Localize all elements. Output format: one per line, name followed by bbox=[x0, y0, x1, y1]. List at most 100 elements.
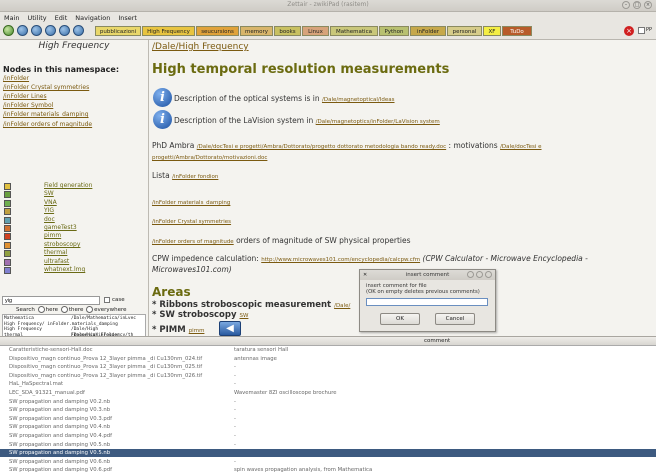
table-row[interactable]: SW propagation and damping V0.4.pdf - bbox=[0, 432, 656, 440]
insert-comment-dialog: insert comment ✕ insert comment for file… bbox=[359, 269, 496, 332]
optical-text: Description of the optical systems is in bbox=[174, 94, 320, 103]
lista-link[interactable]: /inFolder fondion bbox=[172, 174, 218, 180]
orders-link[interactable]: /inFolder orders of magnitude bbox=[152, 239, 234, 245]
tab-xf[interactable]: XF bbox=[483, 26, 501, 36]
cpw-link[interactable]: http://www.microwaves101.com/encyclopedi… bbox=[261, 257, 420, 263]
menu-insert[interactable]: Insert bbox=[118, 14, 137, 22]
namespace-link[interactable]: /inFolder materials_damping bbox=[3, 111, 89, 118]
back-icon[interactable] bbox=[17, 25, 28, 36]
child-node-link[interactable]: pimm bbox=[44, 232, 61, 239]
tab-linux[interactable]: Linux bbox=[302, 26, 329, 36]
close-button[interactable]: × bbox=[644, 1, 652, 9]
maximize-button[interactable]: □ bbox=[633, 1, 641, 9]
tab-memory[interactable]: memory bbox=[240, 26, 273, 36]
radio-here[interactable] bbox=[37, 306, 45, 313]
optical-line: Description of the optical systems is in… bbox=[174, 94, 395, 103]
child-node-link[interactable]: ultrafast bbox=[44, 258, 69, 265]
dialog-close-button[interactable] bbox=[485, 271, 492, 278]
materials-damping-link[interactable]: /inFolder materials_damping bbox=[152, 200, 230, 206]
forward-icon[interactable] bbox=[31, 25, 42, 36]
refresh-icon[interactable] bbox=[59, 25, 70, 36]
namespace-link[interactable]: /inFolder Crystal symmetries bbox=[3, 84, 89, 91]
child-node-link[interactable]: SW bbox=[44, 190, 54, 197]
child-node-link[interactable]: VNA bbox=[44, 199, 57, 206]
cpw-text: CPW impedence calculation: bbox=[152, 254, 259, 263]
table-row[interactable]: Dispositivo_magn continuo_Prova 12_3laye… bbox=[0, 355, 656, 363]
table-row[interactable]: Caratteristiche-sensori-Hall.doc taratura… bbox=[0, 346, 656, 354]
radio-there-label: there bbox=[68, 307, 84, 313]
table-row[interactable]: SW propagation and damping V0.6.pdf spin … bbox=[0, 466, 656, 474]
cancel-button[interactable]: Cancel bbox=[435, 313, 475, 325]
case-checkbox[interactable] bbox=[104, 297, 110, 303]
child-node-link[interactable]: Field generation bbox=[44, 182, 92, 189]
dialog-menu-icon[interactable]: ✕ bbox=[363, 272, 369, 278]
child-node-link[interactable]: whatnext.lmg bbox=[44, 266, 85, 273]
dialog-minimize-button[interactable] bbox=[467, 271, 474, 278]
tab-high-frequency[interactable]: High Frequency bbox=[142, 26, 195, 36]
table-row[interactable]: SW propagation and damping V0.4.nb - bbox=[0, 423, 656, 431]
comment-cell: - bbox=[234, 424, 236, 431]
menu-edit[interactable]: Edit bbox=[55, 14, 68, 22]
stop-icon[interactable]: × bbox=[624, 26, 634, 36]
bullet-ribbons: * Ribbons stroboscopic measurement /Dale… bbox=[152, 300, 350, 310]
menu-utility[interactable]: Utility bbox=[28, 14, 47, 22]
column-comment[interactable]: comment bbox=[424, 337, 450, 345]
bullet-ribbons-link[interactable]: /Dale/ bbox=[334, 303, 350, 309]
comment-cell: - bbox=[234, 433, 236, 439]
tab-books[interactable]: books bbox=[274, 26, 301, 36]
bullet-sw-stroboscopy-link[interactable]: SW bbox=[239, 313, 248, 319]
tab-python[interactable]: Python bbox=[379, 26, 409, 36]
child-node-link[interactable]: YIG bbox=[44, 207, 54, 214]
table-row[interactable]: SW propagation and damping V0.6.nb - bbox=[0, 458, 656, 466]
lavision-link[interactable]: /Dale/magnetoptics/inFolder/LaVision sys… bbox=[316, 119, 440, 125]
crystal-symmetries-link[interactable]: /inFolder Crystal symmetries bbox=[152, 219, 231, 225]
table-row[interactable]: SW propagation and damping V0.3.nb - bbox=[0, 406, 656, 414]
pp-checkbox[interactable] bbox=[638, 27, 645, 34]
file-name-cell: SW propagation and damping V0.5.nb bbox=[9, 450, 111, 457]
namespace-link[interactable]: /inFolder bbox=[3, 75, 29, 82]
child-node-link[interactable]: stroboscopy bbox=[44, 241, 80, 248]
optical-link[interactable]: /Dale/magnetoptical/Ideas bbox=[322, 97, 395, 103]
namespace-link[interactable]: /inFolder Symbol bbox=[3, 102, 53, 109]
tab-mathematica[interactable]: Mathematica bbox=[330, 26, 378, 36]
menu-bar: Main Utility Edit Navigation Insert bbox=[0, 12, 656, 24]
home-icon[interactable] bbox=[45, 25, 56, 36]
history-icon[interactable] bbox=[73, 25, 84, 36]
page-heading: High temporal resolution measurements bbox=[152, 62, 450, 77]
search-input[interactable] bbox=[2, 296, 100, 305]
child-node-icon bbox=[4, 208, 11, 216]
menu-main[interactable]: Main bbox=[4, 14, 20, 22]
table-row[interactable]: HaL_HaSpectral.mat - bbox=[0, 380, 656, 388]
left-panel: High Frequency Nodes in this namespace: … bbox=[0, 40, 149, 378]
table-row[interactable]: LEC_SDA_91321_manual.pdf Wavemaster 8ZI o… bbox=[0, 389, 656, 397]
bullet-pimm-link[interactable]: pimm bbox=[189, 328, 205, 334]
child-node-link[interactable]: thermal bbox=[44, 249, 67, 256]
minimize-button[interactable]: – bbox=[622, 1, 630, 9]
tab-seucursions[interactable]: seucursions bbox=[196, 26, 239, 36]
table-row[interactable]: SW propagation and damping V0.2.nb - bbox=[0, 398, 656, 406]
tab-tudo[interactable]: TuDo bbox=[502, 26, 532, 36]
table-row[interactable]: SW propagation and damping V0.5.nb - bbox=[0, 441, 656, 449]
namespace-link[interactable]: /inFolder orders of magnitude bbox=[3, 121, 92, 128]
table-row[interactable]: SW propagation and damping V0.5.nb bbox=[0, 449, 656, 458]
file-name-cell: SW propagation and damping V0.2.nb bbox=[9, 398, 111, 405]
phd-link[interactable]: /Dale/docTesi e progetti/Ambra/Dottorato… bbox=[197, 144, 446, 150]
radio-there[interactable] bbox=[60, 306, 68, 313]
radio-everywhere[interactable] bbox=[86, 306, 94, 313]
tab-pubblicazioni[interactable]: pubblicazioni bbox=[95, 26, 141, 36]
namespace-link[interactable]: /inFolder Lines bbox=[3, 93, 47, 100]
save-icon[interactable] bbox=[3, 25, 14, 36]
dialog-maximize-button[interactable] bbox=[476, 271, 483, 278]
child-node-link[interactable]: doc bbox=[44, 216, 55, 223]
page-path-link[interactable]: /Dale/High Frequency bbox=[152, 42, 249, 52]
table-row[interactable]: SW propagation and damping V0.3.pdf - bbox=[0, 415, 656, 423]
menu-navigation[interactable]: Navigation bbox=[75, 14, 110, 22]
arrow-left-icon[interactable]: ◀ bbox=[219, 321, 241, 336]
comment-input[interactable] bbox=[366, 298, 488, 306]
tab-infolder[interactable]: inFolder bbox=[410, 26, 446, 36]
table-row[interactable]: Dispositivo_magn continuo_Prova 12_3laye… bbox=[0, 363, 656, 371]
table-row[interactable]: Dispositivo_magn continuo_Prova 12_3laye… bbox=[0, 372, 656, 380]
ok-button[interactable]: OK bbox=[380, 313, 420, 325]
tab-personal[interactable]: personal bbox=[447, 26, 482, 36]
child-node-link[interactable]: gameTest3 bbox=[44, 224, 77, 231]
